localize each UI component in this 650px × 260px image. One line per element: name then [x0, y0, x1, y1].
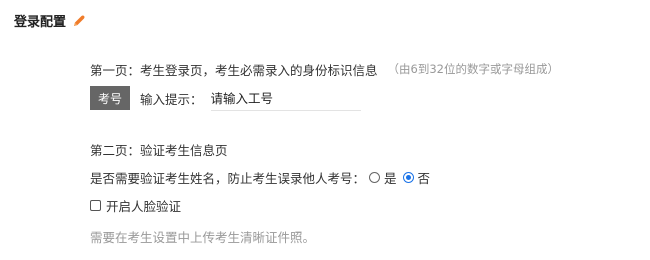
config-content: 第一页：考生登录页，考生必需录入的身份标识信息 （由6到32位的数字或字母组成）… [90, 58, 630, 246]
login-config-panel: 登录配置 第一页：考生登录页，考生必需录入的身份标识信息 （由6到32位的数字或… [0, 0, 650, 260]
page2-row: 第二页：验证考生信息页 [90, 138, 630, 160]
input-hint-label: 输入提示： [140, 91, 203, 107]
edit-icon[interactable] [72, 13, 86, 27]
page1-label: 第一页：考生登录页，考生必需录入的身份标识信息 [90, 62, 378, 78]
id-field-badge: 考号 [90, 86, 130, 110]
page1-hint: （由6到32位的数字或字母组成） [387, 62, 559, 76]
input-hint-field[interactable] [210, 85, 361, 111]
face-verify-row[interactable]: 开启人脸验证 [90, 194, 630, 216]
section-header: 登录配置 [14, 10, 86, 30]
section-title: 登录配置 [14, 14, 67, 30]
verify-name-no-label[interactable]: 否 [418, 168, 431, 187]
face-verify-checkbox[interactable] [90, 199, 101, 211]
verify-name-row: 是否需要验证考生姓名，防止考生误录他人考号： 是 否 [90, 166, 630, 188]
page2-label: 第二页：验证考生信息页 [90, 142, 228, 158]
verify-name-no-radio[interactable] [402, 171, 414, 183]
face-verify-note-row: 需要在考生设置中上传考生清晰证件照。 [90, 226, 630, 246]
verify-name-question: 是否需要验证考生姓名，防止考生误录他人考号： [90, 170, 366, 186]
face-verify-label[interactable]: 开启人脸验证 [106, 196, 181, 215]
verify-name-yes-label[interactable]: 是 [384, 168, 397, 187]
page1-row: 第一页：考生登录页，考生必需录入的身份标识信息 （由6到32位的数字或字母组成） [90, 58, 630, 80]
face-verify-note: 需要在考生设置中上传考生清晰证件照。 [90, 229, 316, 245]
id-field-row: 考号 输入提示： [90, 84, 630, 112]
verify-name-yes-radio[interactable] [369, 171, 381, 183]
